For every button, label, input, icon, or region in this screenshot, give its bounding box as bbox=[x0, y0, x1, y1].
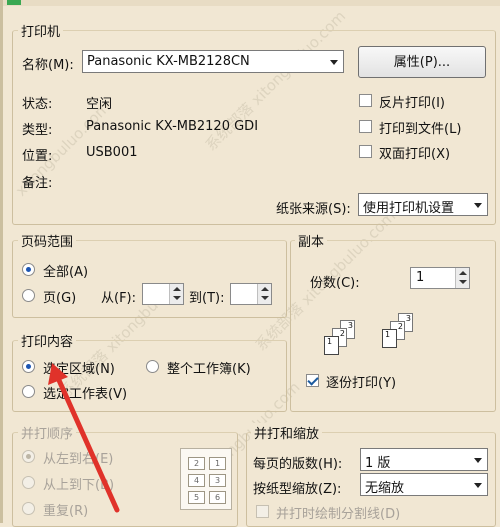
annotation-arrow-icon bbox=[48, 363, 120, 513]
arrow-shaft bbox=[55, 375, 120, 513]
